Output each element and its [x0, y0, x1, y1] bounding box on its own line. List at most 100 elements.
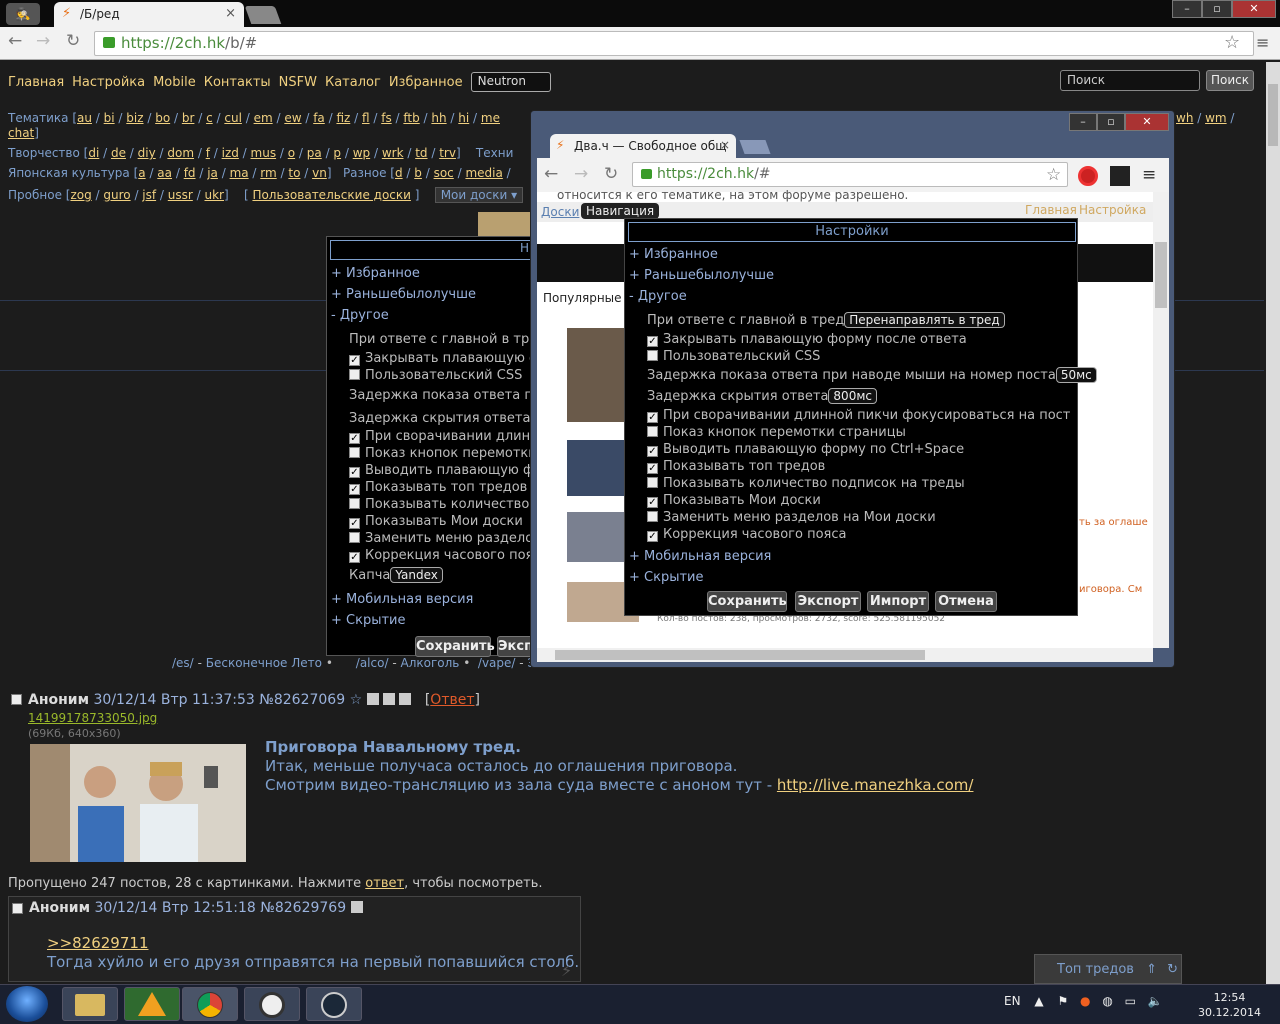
board-link[interactable]: fiz — [336, 111, 350, 125]
checkbox[interactable]: ✓ — [647, 463, 658, 474]
nav-catalog[interactable]: Каталог — [325, 75, 381, 90]
board-link[interactable]: rm — [260, 166, 276, 180]
stream-link[interactable]: http://live.manezhka.com/ — [777, 776, 974, 794]
nav-nsfw[interactable]: NSFW — [279, 75, 317, 90]
checkbox[interactable] — [349, 369, 360, 380]
section-favorites[interactable]: + Избранное — [331, 266, 420, 281]
close-window-button[interactable]: ✕ — [1125, 113, 1169, 131]
checkbox[interactable]: ✓ — [349, 355, 360, 366]
opt-replace[interactable]: Заменить меню разделов — [349, 531, 541, 546]
maximize-button[interactable]: ▫ — [1202, 0, 1232, 18]
forward-arrow-icon[interactable]: → — [36, 31, 50, 51]
page-scrollbar-thumb[interactable] — [1268, 84, 1278, 146]
board-link[interactable]: f — [206, 146, 210, 160]
steam-tray-icon[interactable]: ◍ — [1102, 994, 1112, 1008]
board-link[interactable]: p — [333, 146, 341, 160]
save-button[interactable]: Сохранить — [707, 591, 787, 612]
settings-link[interactable]: Настройка — [1079, 203, 1146, 217]
opt-tz[interactable]: ✓ Коррекция часового пояс — [349, 548, 541, 563]
maximize-button[interactable]: ▫ — [1097, 113, 1125, 131]
captcha-select[interactable]: Yandex — [390, 567, 443, 583]
page-scrollbar[interactable] — [1266, 62, 1280, 984]
volume-icon[interactable]: 🔈 — [1148, 994, 1163, 1008]
opt-focus[interactable]: ✓ При сворачивании длинн — [349, 429, 539, 444]
search-button[interactable]: Поиск — [1206, 70, 1254, 91]
checkbox[interactable]: ✓ — [647, 412, 658, 423]
explorer-taskbar-icon[interactable] — [62, 987, 118, 1021]
checkbox[interactable]: ✓ — [647, 446, 658, 457]
collapse-icon[interactable]: ⇑ — [1146, 962, 1157, 977]
checkbox[interactable] — [349, 447, 360, 458]
language-indicator[interactable]: EN — [1004, 994, 1021, 1008]
post-number[interactable]: №82629769 — [260, 900, 346, 916]
checkbox[interactable]: ✓ — [349, 433, 360, 444]
new-tab-button[interactable] — [244, 6, 282, 24]
play-icon[interactable] — [350, 901, 363, 913]
checkbox[interactable] — [647, 477, 658, 488]
board-link[interactable]: guro — [103, 188, 130, 202]
section-oldschool[interactable]: + Раньшебылолучше — [629, 268, 774, 283]
start-button[interactable] — [6, 986, 48, 1022]
board-link[interactable]: /es/ — [172, 656, 194, 670]
reload-icon[interactable]: ↻ — [604, 164, 618, 184]
opt-count[interactable]: Показывать количество подписок на треды — [647, 476, 965, 491]
section-hidden[interactable]: + Скрытие — [331, 613, 406, 628]
browser-tab[interactable]: ⚡ /Б/ред × — [54, 2, 244, 27]
board-link[interactable]: fs — [381, 111, 391, 125]
board-link[interactable]: b — [414, 166, 422, 180]
checkbox[interactable]: ✓ — [349, 467, 360, 478]
checkbox[interactable] — [647, 426, 658, 437]
section-other[interactable]: - Другое — [629, 289, 687, 304]
section-mobile[interactable]: + Мобильная версия — [331, 592, 473, 607]
back-arrow-icon[interactable]: ← — [8, 31, 22, 51]
forward-arrow-icon[interactable]: → — [574, 164, 588, 184]
file-link[interactable]: 14199178733050.jpg — [28, 711, 157, 725]
board-link[interactable]: di — [88, 146, 99, 160]
thread-thumb[interactable] — [567, 328, 625, 422]
new-tab-button[interactable] — [739, 140, 771, 154]
board-link[interactable]: fa — [313, 111, 325, 125]
board-link[interactable]: diy — [138, 146, 156, 160]
network-icon[interactable]: ▭ — [1125, 994, 1136, 1008]
opt-count[interactable]: Показывать количество п — [349, 497, 542, 512]
home-link[interactable]: Главная — [1025, 203, 1077, 217]
section-oldschool[interactable]: + Раньшебылолучше — [331, 287, 476, 302]
board-link[interactable]: biz — [126, 111, 143, 125]
board-link[interactable]: soc — [434, 166, 454, 180]
search-input[interactable]: Поиск — [1060, 70, 1200, 91]
opt-close-float[interactable]: ✓ Закрывать плавающую фо — [349, 351, 548, 366]
section-hidden[interactable]: + Скрытие — [629, 570, 704, 585]
board-link[interactable]: td — [415, 146, 427, 160]
opt-top[interactable]: ✓ Показывать топ тредов — [647, 459, 825, 474]
chrome-menu-icon[interactable]: ≡ — [1256, 33, 1269, 52]
board-link[interactable]: a — [138, 166, 145, 180]
open-thread-link[interactable]: ответ — [365, 876, 404, 891]
thread-thumb[interactable] — [567, 512, 625, 562]
bookmark-star-icon[interactable]: ☆ — [1046, 165, 1061, 185]
thread-thumb[interactable] — [567, 440, 625, 496]
export-button[interactable]: Экспорт — [795, 591, 861, 612]
checkbox[interactable] — [647, 511, 658, 522]
board-link[interactable]: ew — [284, 111, 301, 125]
style-select[interactable]: Neutron — [470, 72, 551, 92]
vertical-scrollbar-thumb[interactable] — [1155, 242, 1167, 308]
board-link[interactable]: cul — [224, 111, 242, 125]
section-favorites[interactable]: + Избранное — [629, 247, 718, 262]
post-select-checkbox[interactable] — [11, 694, 22, 705]
board-link[interactable]: /alco/ — [356, 656, 389, 670]
board-link[interactable]: wm — [1205, 111, 1227, 125]
bookmark-star-icon[interactable]: ☆ — [1224, 32, 1240, 53]
board-link[interactable]: fd — [184, 166, 196, 180]
nav-mobile[interactable]: Mobile — [153, 75, 196, 90]
board-link[interactable]: em — [254, 111, 273, 125]
opt-user-css[interactable]: Пользовательский CSS — [349, 368, 522, 383]
top-threads-widget[interactable]: Топ тредов ⇑ ↻ — [1034, 954, 1182, 984]
close-tab-icon[interactable]: × — [720, 138, 730, 152]
show-delay-input[interactable]: 50мс — [1055, 367, 1097, 383]
checkbox[interactable]: ✓ — [349, 552, 360, 563]
board-link[interactable]: wp — [353, 146, 370, 160]
opt-tz[interactable]: ✓ Коррекция часового пояса — [647, 527, 846, 542]
board-link[interactable]: c — [206, 111, 213, 125]
board-link[interactable]: wh — [1176, 111, 1193, 125]
horizontal-scrollbar-thumb[interactable] — [555, 650, 925, 660]
